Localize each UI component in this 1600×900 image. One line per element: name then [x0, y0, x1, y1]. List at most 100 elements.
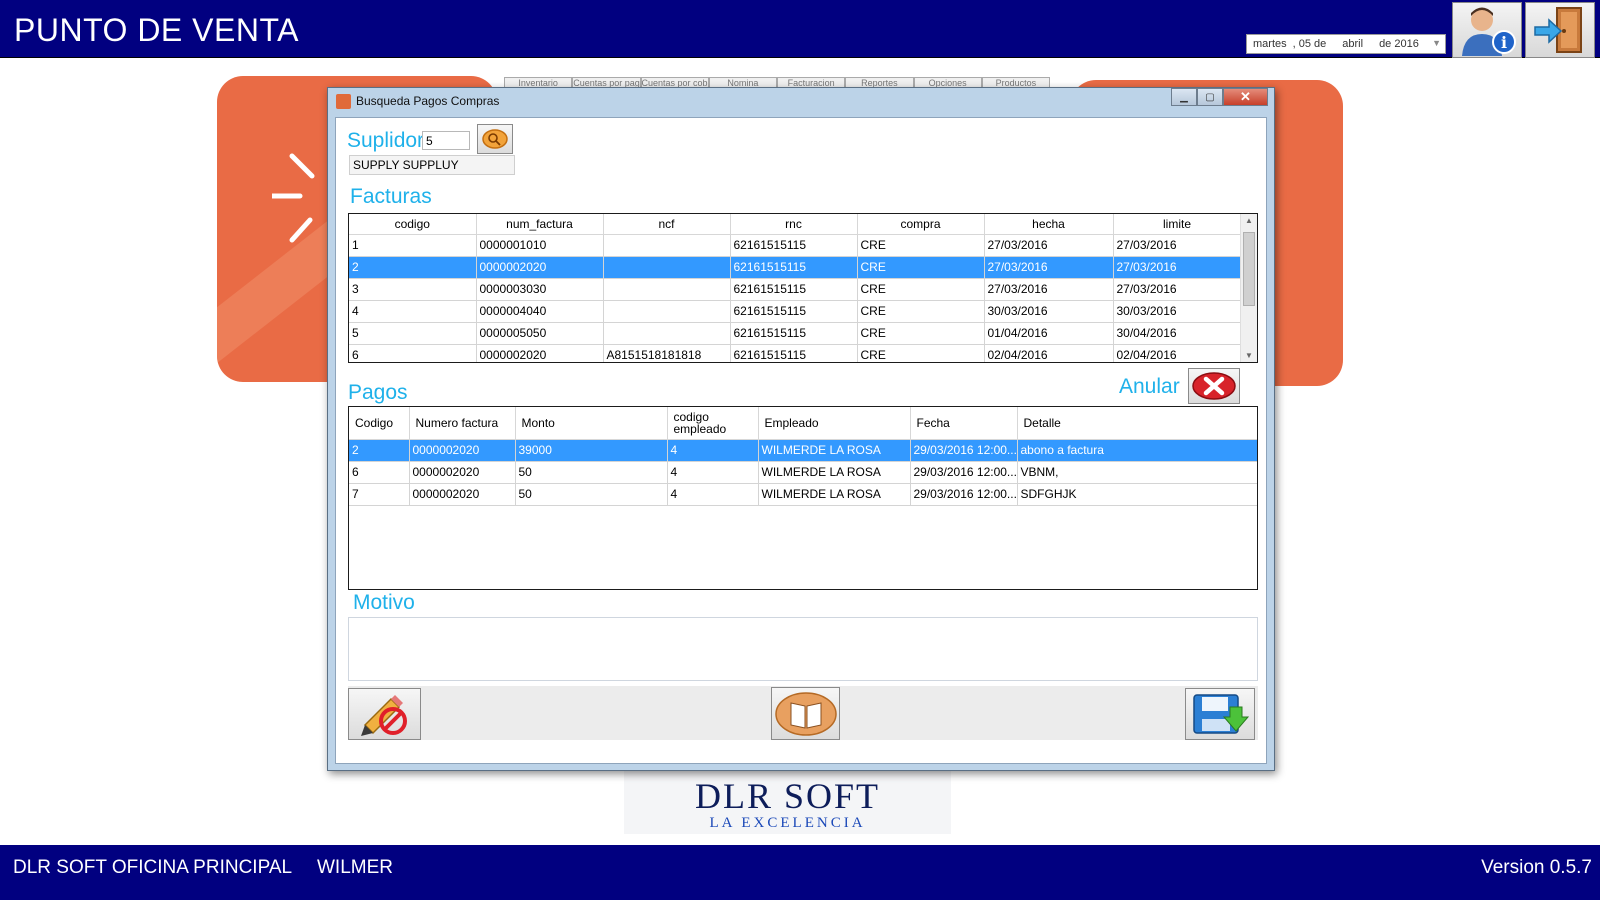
- cell: 29/03/2016 12:00...: [910, 483, 1018, 506]
- cell: 29/03/2016 12:00...: [910, 461, 1018, 484]
- open-button[interactable]: [771, 687, 840, 740]
- table-row[interactable]: 1 0000001010 62161515115 CRE 27/03/2016 27/03…: [349, 234, 1242, 257]
- logo-subtitle: LA EXCELENCIA: [709, 815, 866, 831]
- table-row-selected[interactable]: 2 0000002020 62161515115 CRE 27/03/2016 27/03…: [349, 256, 1242, 279]
- cell: 5: [349, 322, 477, 345]
- cell: 0000002020: [409, 439, 516, 462]
- user-info-button[interactable]: i: [1452, 2, 1522, 58]
- cell: CRE: [857, 256, 985, 279]
- cell: 30/04/2016: [1113, 322, 1242, 345]
- col-header[interactable]: num_factura: [476, 214, 604, 235]
- col-header[interactable]: Empleado: [758, 407, 911, 440]
- cell: 2: [349, 256, 477, 279]
- exit-button[interactable]: [1525, 2, 1595, 58]
- table-row[interactable]: 5 0000005050 62161515115 CRE 01/04/2016 30/04…: [349, 322, 1242, 345]
- office-name: DLR SOFT OFICINA PRINCIPAL: [13, 857, 293, 878]
- cell: 6: [349, 344, 477, 362]
- cell: 27/03/2016: [984, 234, 1114, 257]
- cell: 62161515115: [730, 256, 858, 279]
- pagos-grid[interactable]: Codigo Numero factura Monto codigo emple…: [348, 406, 1258, 590]
- col-header[interactable]: codigo: [349, 214, 477, 235]
- cell: 6: [349, 461, 410, 484]
- col-header[interactable]: Detalle: [1017, 407, 1257, 440]
- table-row[interactable]: 7 0000002020 50 4 WILMERDE LA ROSA 29/03/2016…: [349, 483, 1257, 506]
- col-header[interactable]: Numero factura: [409, 407, 516, 440]
- dialog-titlebar[interactable]: Busqueda Pagos Compras ▁ ▢ ✕: [328, 88, 1274, 114]
- cell: 4: [667, 461, 759, 484]
- table-row-selected[interactable]: 2 0000002020 39000 4 WILMERDE LA ROSA 29/03/2…: [349, 439, 1257, 462]
- cell: 30/03/2016: [984, 300, 1114, 323]
- cell: 62161515115: [730, 300, 858, 323]
- cell: 27/03/2016: [1113, 234, 1242, 257]
- pagos-label: Pagos: [348, 381, 408, 404]
- search-suplidor-button[interactable]: [477, 124, 513, 154]
- suplidor-code-input[interactable]: 5: [422, 131, 470, 150]
- busqueda-pagos-dialog: Busqueda Pagos Compras ▁ ▢ ✕ Suplidor 5 …: [327, 87, 1275, 771]
- anular-label: Anular: [1119, 375, 1180, 398]
- table-row[interactable]: 6 0000002020 50 4 WILMERDE LA ROSA 29/03/2016…: [349, 461, 1257, 484]
- cancel-edit-button[interactable]: [348, 688, 421, 740]
- cell: 2: [349, 439, 410, 462]
- close-icon: ✕: [1240, 89, 1251, 104]
- save-button[interactable]: [1185, 688, 1255, 740]
- red-x-icon: [1192, 372, 1236, 400]
- cell: A8151518181818: [603, 344, 731, 362]
- col-header[interactable]: codigo empleado: [667, 407, 759, 440]
- col-header[interactable]: hecha: [984, 214, 1114, 235]
- scroll-thumb[interactable]: [1243, 232, 1255, 306]
- company-logo: DLR SOFT LA EXCELENCIA: [624, 770, 951, 834]
- cell: 29/03/2016 12:00...: [910, 439, 1018, 462]
- col-header[interactable]: Monto: [515, 407, 668, 440]
- date-picker[interactable]: martes , 05 de abril de 2016 ▼: [1246, 34, 1446, 54]
- app-icon: [336, 94, 351, 109]
- top-bar: PUNTO DE VENTA martes , 05 de abril de 2…: [0, 0, 1600, 58]
- facturas-scrollbar[interactable]: ▲ ▼: [1240, 214, 1257, 362]
- minimize-button[interactable]: ▁: [1171, 88, 1197, 106]
- motivo-textarea[interactable]: [348, 617, 1258, 681]
- col-header[interactable]: ncf: [603, 214, 731, 235]
- facturas-grid[interactable]: codigo num_factura ncf rnc compra hecha …: [348, 213, 1258, 363]
- chevron-down-icon[interactable]: ▼: [1432, 38, 1441, 48]
- cell: CRE: [857, 322, 985, 345]
- suplidor-label: Suplidor: [347, 129, 425, 152]
- cell: 62161515115: [730, 322, 858, 345]
- cell: CRE: [857, 344, 985, 362]
- cell: [603, 256, 731, 279]
- cell: 62161515115: [730, 234, 858, 257]
- col-header[interactable]: limite: [1113, 214, 1242, 235]
- cell: 1: [349, 234, 477, 257]
- exit-door-icon: [1534, 7, 1582, 53]
- user-name: WILMER: [317, 857, 393, 878]
- col-header[interactable]: Fecha: [910, 407, 1018, 440]
- pencil-cancel-icon: [360, 695, 407, 736]
- minimize-icon: ▁: [1180, 91, 1188, 103]
- col-header[interactable]: Codigo: [349, 407, 410, 440]
- col-header[interactable]: rnc: [730, 214, 858, 235]
- cell: 01/04/2016: [984, 322, 1114, 345]
- col-header[interactable]: compra: [857, 214, 985, 235]
- search-icon: [482, 129, 508, 149]
- cell: 30/03/2016: [1113, 300, 1242, 323]
- table-row[interactable]: 4 0000004040 62161515115 CRE 30/03/2016 30/03…: [349, 300, 1242, 323]
- scroll-up-icon[interactable]: ▲: [1245, 216, 1253, 225]
- cell: 27/03/2016: [1113, 256, 1242, 279]
- table-row[interactable]: 3 0000003030 62161515115 CRE 27/03/2016 27/03…: [349, 278, 1242, 301]
- close-button[interactable]: ✕: [1223, 88, 1268, 106]
- date-year: de 2016: [1379, 38, 1419, 50]
- cell: 62161515115: [730, 344, 858, 362]
- motivo-label: Motivo: [353, 591, 415, 614]
- table-row[interactable]: 6 0000002020 A8151518181818 62161515115 CRE 0…: [349, 344, 1242, 362]
- cell: WILMERDE LA ROSA: [758, 483, 911, 506]
- cell: 4: [667, 439, 759, 462]
- date-weekday: martes: [1253, 38, 1287, 50]
- cell: 3: [349, 278, 477, 301]
- cell: 50: [515, 483, 668, 506]
- maximize-button[interactable]: ▢: [1197, 88, 1223, 106]
- cell: WILMERDE LA ROSA: [758, 461, 911, 484]
- cell: 4: [349, 300, 477, 323]
- scroll-down-icon[interactable]: ▼: [1245, 351, 1253, 360]
- anular-button[interactable]: [1188, 368, 1240, 404]
- cell: 0000002020: [476, 256, 604, 279]
- cell: 27/03/2016: [984, 256, 1114, 279]
- cell: abono a factura: [1017, 439, 1257, 462]
